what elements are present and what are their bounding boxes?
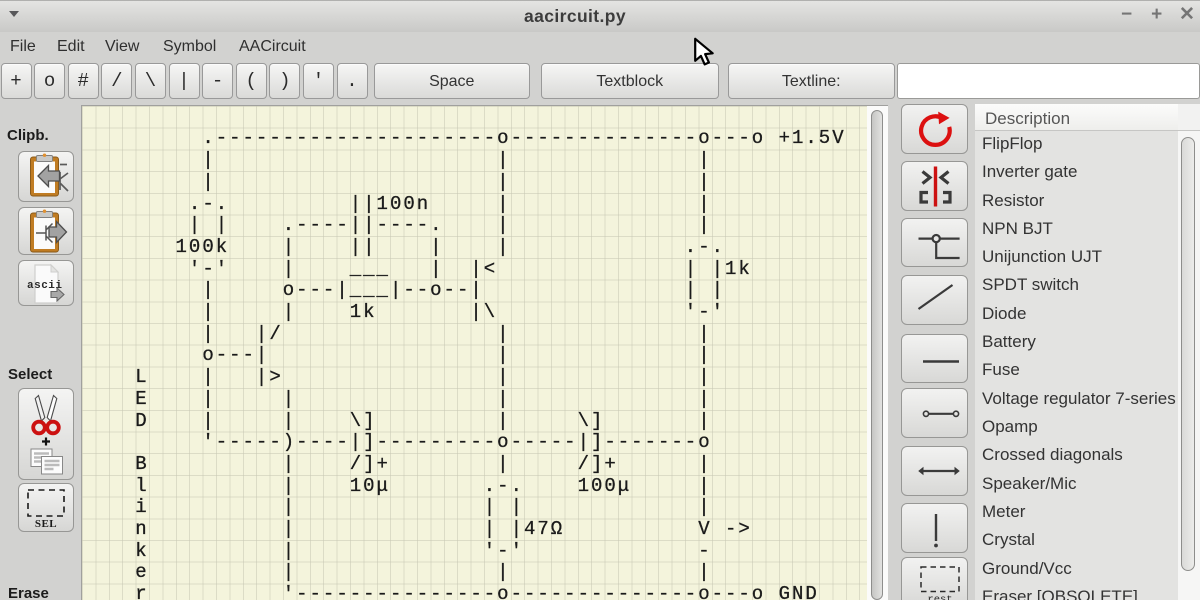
- svg-text:rest: rest: [927, 594, 952, 600]
- svg-text:SEL: SEL: [35, 518, 57, 530]
